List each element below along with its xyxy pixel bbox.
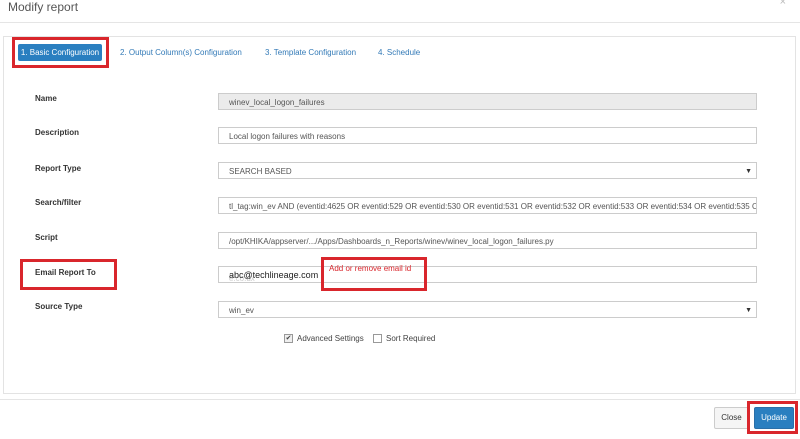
report-type-value: SEARCH BASED [229,167,292,176]
email-field[interactable]: e.co.dx abc@techlineage.com [218,266,757,283]
source-type-value: win_ev [229,306,254,315]
script-field[interactable]: /opt/KHIKA/appserver/.../Apps/Dashboards… [218,232,757,249]
chevron-down-icon: ▼ [745,168,752,175]
tab-schedule[interactable]: 4. Schedule [378,44,420,61]
report-type-label: Report Type [35,164,82,173]
tab-output-columns-configuration[interactable]: 2. Output Column(s) Configuration [120,44,242,61]
report-type-select[interactable]: SEARCH BASED ▼ [218,162,757,179]
modal-title: Modify report [8,0,79,14]
chevron-down-icon: ▼ [745,307,752,314]
name-label: Name [35,94,57,103]
highlight-box-basic-configuration [12,37,109,68]
highlight-box-email-label [20,259,117,290]
sort-required-checkbox[interactable] [373,334,382,344]
description-label: Description [35,128,80,137]
script-label: Script [35,233,58,242]
advanced-settings-label: Advanced Settings [297,334,364,343]
footer-divider [0,399,800,400]
email-value: abc@techlineage.com [229,270,319,280]
sort-required-option[interactable]: Sort Required [373,334,436,344]
description-value: Local logon failures with reasons [229,132,346,141]
highlight-box-note [321,257,427,291]
script-value: /opt/KHIKA/appserver/.../Apps/Dashboards… [229,237,554,246]
advanced-settings-option[interactable]: ✔ Advanced Settings [284,334,364,344]
name-field: winev_local_logon_failures [218,93,757,110]
search-filter-field[interactable]: tl_tag:win_ev AND (eventid:4625 OR event… [218,197,757,214]
close-icon[interactable]: × [780,0,786,8]
search-filter-label: Search/filter [35,198,82,207]
title-divider [0,22,800,23]
sort-required-label: Sort Required [386,334,436,343]
annotation-note: Add or remove email id [329,264,412,273]
close-button[interactable]: Close [714,407,749,429]
advanced-settings-checkbox[interactable]: ✔ [284,334,293,344]
source-type-select[interactable]: win_ev ▼ [218,301,757,318]
name-value: winev_local_logon_failures [229,98,325,107]
search-filter-value: tl_tag:win_ev AND (eventid:4625 OR event… [229,202,757,211]
tab-template-configuration[interactable]: 3. Template Configuration [265,44,356,61]
source-type-label: Source Type [35,302,83,311]
highlight-box-update [747,401,798,434]
description-field[interactable]: Local logon failures with reasons [218,127,757,144]
